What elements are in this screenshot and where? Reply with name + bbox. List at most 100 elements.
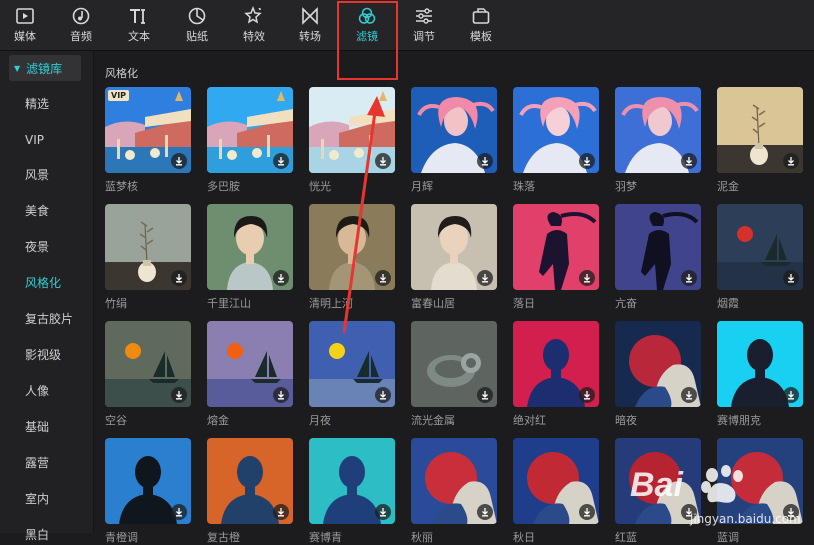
filter-thumbnail[interactable] <box>513 438 599 524</box>
filter-card[interactable]: 富春山居 <box>411 204 497 311</box>
download-icon[interactable] <box>171 387 187 403</box>
download-icon[interactable] <box>579 270 595 286</box>
sidebar-item[interactable]: 黑白 <box>25 526 49 544</box>
filter-card[interactable]: VIP 蓝梦核 <box>105 87 191 194</box>
tab-media[interactable]: 媒体 <box>0 6 53 46</box>
filter-thumbnail[interactable] <box>309 204 395 290</box>
download-icon[interactable] <box>681 153 697 169</box>
filter-card[interactable]: 青橙调 <box>105 438 191 545</box>
download-icon[interactable] <box>681 387 697 403</box>
download-icon[interactable] <box>579 153 595 169</box>
filter-card[interactable]: 秋丽 <box>411 438 497 545</box>
download-icon[interactable] <box>477 153 493 169</box>
filter-card[interactable]: 多巴胺 <box>207 87 293 194</box>
download-icon[interactable] <box>477 387 493 403</box>
download-icon[interactable] <box>375 153 391 169</box>
filter-library-header[interactable]: ▼ 滤镜库 <box>9 55 81 81</box>
download-icon[interactable] <box>171 270 187 286</box>
filter-card[interactable]: 烟霞 <box>717 204 803 311</box>
tab-template[interactable]: 模板 <box>453 6 509 46</box>
download-icon[interactable] <box>477 504 493 520</box>
sidebar-item[interactable]: 风景 <box>25 166 49 184</box>
filter-card[interactable]: 绝对红 <box>513 321 599 428</box>
download-icon[interactable] <box>579 387 595 403</box>
filter-thumbnail[interactable] <box>207 204 293 290</box>
tab-audio[interactable]: 音频 <box>53 6 109 46</box>
filter-thumbnail[interactable] <box>105 204 191 290</box>
download-icon[interactable] <box>171 153 187 169</box>
filter-card[interactable]: 恍光 <box>309 87 395 194</box>
sidebar-item[interactable]: 人像 <box>25 382 49 400</box>
filter-thumbnail[interactable] <box>717 87 803 173</box>
download-icon[interactable] <box>273 387 289 403</box>
filter-card[interactable]: 熔金 <box>207 321 293 428</box>
sidebar-item[interactable]: 室内 <box>25 490 49 508</box>
filter-card[interactable]: 复古橙 <box>207 438 293 545</box>
filter-thumbnail[interactable] <box>411 321 497 407</box>
filter-card[interactable]: 赛博青 <box>309 438 395 545</box>
filter-thumbnail[interactable] <box>207 438 293 524</box>
sidebar-item[interactable]: 影视级 <box>25 346 61 364</box>
tab-transition[interactable]: 转场 <box>282 6 338 46</box>
filter-card[interactable]: 月辉 <box>411 87 497 194</box>
filter-thumbnail[interactable] <box>105 438 191 524</box>
download-icon[interactable] <box>681 270 697 286</box>
sidebar-item[interactable]: 精选 <box>25 95 49 113</box>
filter-thumbnail[interactable] <box>105 321 191 407</box>
filter-thumbnail[interactable] <box>411 204 497 290</box>
filter-thumbnail[interactable] <box>309 438 395 524</box>
filter-thumbnail[interactable] <box>717 204 803 290</box>
filter-thumbnail[interactable] <box>615 87 701 173</box>
filter-card[interactable]: 空谷 <box>105 321 191 428</box>
filter-thumbnail[interactable] <box>309 321 395 407</box>
filter-card[interactable]: 蓝调 <box>717 438 803 545</box>
sidebar-item[interactable]: VIP <box>25 131 44 149</box>
filter-card[interactable]: 秋日 <box>513 438 599 545</box>
filter-thumbnail[interactable] <box>717 321 803 407</box>
tab-filter[interactable]: 滤镜 <box>339 6 395 46</box>
download-icon[interactable] <box>273 504 289 520</box>
tab-text[interactable]: 文本 <box>111 6 167 46</box>
sidebar-item[interactable]: 美食 <box>25 202 49 220</box>
filter-card[interactable]: 羽梦 <box>615 87 701 194</box>
filter-thumbnail[interactable] <box>207 87 293 173</box>
filter-thumbnail[interactable] <box>513 204 599 290</box>
tab-sticker[interactable]: 贴纸 <box>169 6 225 46</box>
filter-card[interactable]: 竹绢 <box>105 204 191 311</box>
filter-card[interactable]: 月夜 <box>309 321 395 428</box>
tab-effects[interactable]: 特效 <box>226 6 282 46</box>
download-icon[interactable] <box>171 504 187 520</box>
filter-thumbnail[interactable] <box>513 321 599 407</box>
filter-thumbnail[interactable] <box>513 87 599 173</box>
filter-thumbnail[interactable] <box>207 321 293 407</box>
filter-thumbnail[interactable]: VIP <box>105 87 191 173</box>
download-icon[interactable] <box>477 270 493 286</box>
filter-thumbnail[interactable] <box>615 204 701 290</box>
sidebar-item[interactable]: 风格化 <box>25 274 61 292</box>
filter-card[interactable]: 落日 <box>513 204 599 311</box>
sidebar-item[interactable]: 夜景 <box>25 238 49 256</box>
download-icon[interactable] <box>783 387 799 403</box>
filter-card[interactable]: 赛博朋克 <box>717 321 803 428</box>
filter-card[interactable]: 千里江山 <box>207 204 293 311</box>
filter-card[interactable]: 暗夜 <box>615 321 701 428</box>
filter-card[interactable]: 珠落 <box>513 87 599 194</box>
sidebar-item[interactable]: 基础 <box>25 418 49 436</box>
filter-card[interactable]: 清明上河 <box>309 204 395 311</box>
filter-thumbnail[interactable] <box>615 321 701 407</box>
download-icon[interactable] <box>375 270 391 286</box>
download-icon[interactable] <box>375 504 391 520</box>
sidebar-item[interactable]: 露营 <box>25 454 49 472</box>
download-icon[interactable] <box>783 153 799 169</box>
sidebar-item[interactable]: 复古胶片 <box>25 310 73 328</box>
download-icon[interactable] <box>273 270 289 286</box>
filter-thumbnail[interactable] <box>615 438 701 524</box>
download-icon[interactable] <box>273 153 289 169</box>
filter-thumbnail[interactable] <box>411 87 497 173</box>
filter-card[interactable]: 流光金属 <box>411 321 497 428</box>
filter-card[interactable]: 泥金 <box>717 87 803 194</box>
filter-thumbnail[interactable] <box>411 438 497 524</box>
filter-card[interactable]: 红蓝 <box>615 438 701 545</box>
download-icon[interactable] <box>375 387 391 403</box>
download-icon[interactable] <box>783 270 799 286</box>
